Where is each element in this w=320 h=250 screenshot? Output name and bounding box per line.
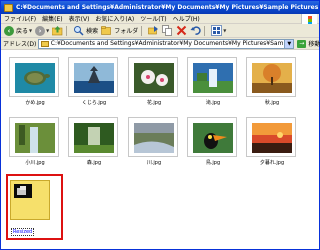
move-to-button[interactable]: [148, 25, 159, 37]
thumbnail: [128, 57, 178, 97]
file-name: くじら.jpg: [81, 100, 107, 106]
explorer-window: C:¥Documents and Settings¥Administrator¥…: [0, 0, 320, 250]
thumbnail: [246, 117, 296, 157]
file-item[interactable]: 滝.jpg: [187, 57, 239, 106]
window-title: C:¥Documents and Settings¥Administrator¥…: [16, 4, 319, 11]
thumbnail: [246, 57, 296, 97]
back-arrow-icon: ‹: [4, 25, 14, 36]
forward-button[interactable]: › ▼: [35, 25, 49, 37]
chevron-down-icon[interactable]: ▼: [284, 39, 294, 48]
autumn-photo-icon: [252, 63, 292, 93]
chevron-down-icon: ▼: [46, 28, 50, 33]
thumbnail: [187, 57, 237, 97]
address-label: アドレス(D): [3, 41, 37, 48]
toolbar-separator: [66, 25, 68, 36]
folders-button[interactable]: フォルダ: [101, 25, 138, 37]
thumbnail: [9, 117, 59, 157]
folders-icon: [101, 26, 111, 35]
file-name: 秋.jpg: [264, 100, 280, 106]
file-name: 川.jpg: [146, 160, 162, 166]
file-item[interactable]: 花.jpg: [128, 57, 180, 106]
file-name: 森.jpg: [86, 160, 102, 166]
turtle-photo-icon: [15, 63, 55, 93]
thumbnail: [187, 117, 237, 157]
delete-button[interactable]: [176, 25, 187, 37]
menu-bar: ファイル(F) 編集(E) 表示(V) お気に入り(A) ツール(T) ヘルプ(…: [1, 14, 319, 28]
resized-folder[interactable]: [10, 180, 50, 220]
menu-favorites[interactable]: お気に入り(A): [92, 14, 137, 23]
undo-icon: [190, 26, 201, 35]
stream-photo-icon: [15, 123, 55, 153]
delete-icon: [176, 25, 187, 36]
forward-arrow-icon: ›: [35, 25, 46, 36]
toucan-photo-icon: [193, 123, 233, 153]
thumbnail: [128, 117, 178, 157]
search-label: 検索: [86, 28, 99, 35]
toolbar: ‹ 戻る ▼ › ▼ 検索 フォルダ ▼: [1, 24, 319, 38]
up-folder-button[interactable]: [52, 25, 63, 37]
file-item[interactable]: 小川.jpg: [9, 117, 61, 166]
folder-icon: [41, 40, 49, 47]
file-item[interactable]: 鳥.jpg: [187, 117, 239, 166]
folders-label: フォルダ: [114, 28, 139, 35]
river-photo-icon: [134, 123, 174, 153]
forest-photo-icon: [74, 123, 114, 153]
search-icon: [74, 26, 84, 36]
menu-edit[interactable]: 編集(E): [39, 14, 65, 23]
file-name: 鳥.jpg: [205, 160, 221, 166]
windows-logo-icon: [301, 14, 317, 28]
copy-to-button[interactable]: [162, 25, 173, 37]
file-list: かめ.jpg くじら.jpg 花.jpg 滝.jpg 秋.jpg 小川.jpg …: [1, 51, 319, 249]
move-to-icon: [148, 26, 159, 35]
address-input[interactable]: C:¥Documents and Settings¥Administrator¥…: [38, 38, 295, 49]
waterfall-photo-icon: [193, 63, 233, 93]
search-button[interactable]: 検索: [73, 25, 98, 37]
file-name: 滝.jpg: [205, 100, 221, 106]
copy-to-icon: [162, 25, 173, 36]
back-label: 戻る: [16, 28, 29, 35]
address-path: C:¥Documents and Settings¥Administrator¥…: [50, 40, 294, 47]
go-arrow-icon: →: [297, 39, 307, 48]
up-folder-icon: [52, 26, 63, 36]
file-item[interactable]: かめ.jpg: [9, 57, 61, 106]
file-item[interactable]: 秋.jpg: [246, 57, 298, 106]
toolbar-separator: [204, 25, 206, 36]
chevron-down-icon: ▼: [223, 28, 227, 33]
thumbnail: [68, 57, 118, 97]
views-button[interactable]: ▼: [211, 25, 226, 37]
menu-file[interactable]: ファイル(F): [1, 14, 39, 23]
go-label: 移動: [308, 41, 320, 48]
folder-name[interactable]: Resized: [11, 228, 35, 236]
whale-photo-icon: [74, 63, 114, 93]
toolbar-separator: [141, 25, 143, 36]
address-bar: アドレス(D) C:¥Documents and Settings¥Admini…: [1, 38, 320, 50]
folder-icon: [14, 184, 32, 198]
file-name: かめ.jpg: [25, 100, 45, 106]
file-item[interactable]: 川.jpg: [128, 117, 180, 166]
file-name: 夕暮れ.jpg: [259, 160, 285, 166]
back-button[interactable]: ‹ 戻る ▼: [4, 25, 32, 37]
file-name: 花.jpg: [146, 100, 162, 106]
chevron-down-icon: ▼: [29, 28, 33, 33]
views-icon: [211, 25, 223, 36]
file-item[interactable]: 森.jpg: [68, 117, 120, 166]
title-bar[interactable]: C:¥Documents and Settings¥Administrator¥…: [1, 1, 319, 14]
thumbnail: [68, 117, 118, 157]
file-item[interactable]: くじら.jpg: [68, 57, 120, 106]
undo-button[interactable]: [190, 25, 201, 37]
go-button[interactable]: → 移動: [297, 39, 320, 48]
file-item[interactable]: 夕暮れ.jpg: [246, 117, 298, 166]
sunset-photo-icon: [252, 123, 292, 153]
flower-photo-icon: [134, 63, 174, 93]
thumbnail: [9, 57, 59, 97]
file-name: 小川.jpg: [25, 160, 45, 166]
menu-tools[interactable]: ツール(T): [137, 14, 169, 23]
folder-icon: [4, 3, 13, 12]
menu-view[interactable]: 表示(V): [66, 14, 93, 23]
menu-help[interactable]: ヘルプ(H): [170, 14, 203, 23]
